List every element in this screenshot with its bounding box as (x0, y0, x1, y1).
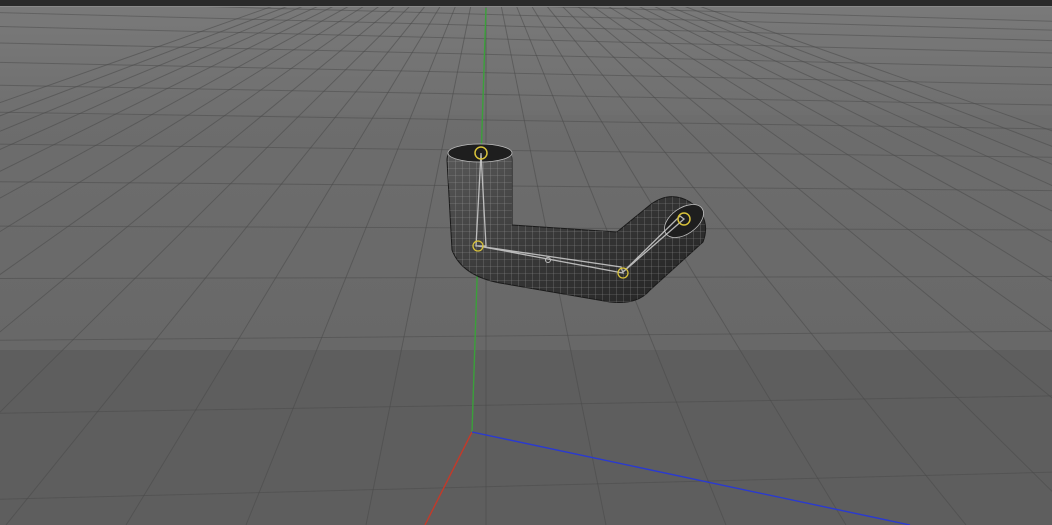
viewport-top-border (0, 0, 1052, 7)
3d-viewport[interactable] (0, 0, 1052, 525)
background-band-bottom (0, 350, 1052, 525)
viewport-canvas[interactable] (0, 0, 1052, 525)
